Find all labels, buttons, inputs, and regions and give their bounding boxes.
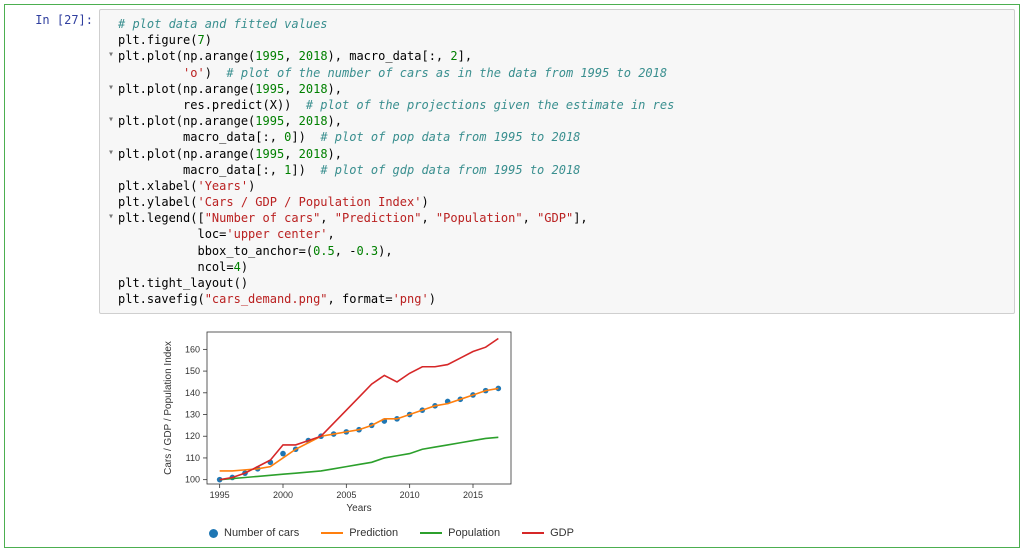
svg-text:2015: 2015 [463,490,483,500]
code-editor[interactable]: # plot data and fitted valuesplt.figure(… [99,9,1015,314]
svg-text:2000: 2000 [273,490,293,500]
svg-text:140: 140 [185,388,200,398]
svg-text:100: 100 [185,475,200,485]
output-chart: 100 110 120 130 140 150 160 1995 2000 2005 2010 201… [159,324,574,543]
legend-item-gdp: GDP [522,527,574,539]
legend-item-cars: Number of cars [209,527,299,539]
cell-body: # plot data and fitted valuesplt.figure(… [99,7,1017,545]
dot-icon [209,529,218,538]
svg-text:1995: 1995 [210,490,230,500]
svg-text:110: 110 [186,453,200,463]
svg-text:130: 130 [185,410,200,420]
svg-text:2005: 2005 [336,490,356,500]
chart-svg: 100 110 120 130 140 150 160 1995 2000 2005 2010 201… [159,324,519,514]
svg-text:120: 120 [185,432,200,442]
line-icon [420,532,442,534]
chart-legend: Number of cars Prediction Population GDP [209,523,574,543]
legend-label: Population [448,527,500,539]
input-prompt: In [27]: [7,7,99,545]
svg-text:160: 160 [185,345,200,355]
svg-text:150: 150 [185,366,200,376]
svg-text:Cars / GDP / Population Index: Cars / GDP / Population Index [163,341,174,475]
notebook-cell: In [27]: # plot data and fitted valuespl… [4,4,1020,548]
legend-item-population: Population [420,527,500,539]
legend-label: Number of cars [224,527,299,539]
svg-text:Years: Years [346,503,371,514]
line-icon [522,532,544,534]
legend-item-prediction: Prediction [321,527,398,539]
legend-label: GDP [550,527,574,539]
svg-text:2010: 2010 [400,490,420,500]
legend-label: Prediction [349,527,398,539]
line-icon [321,532,343,534]
